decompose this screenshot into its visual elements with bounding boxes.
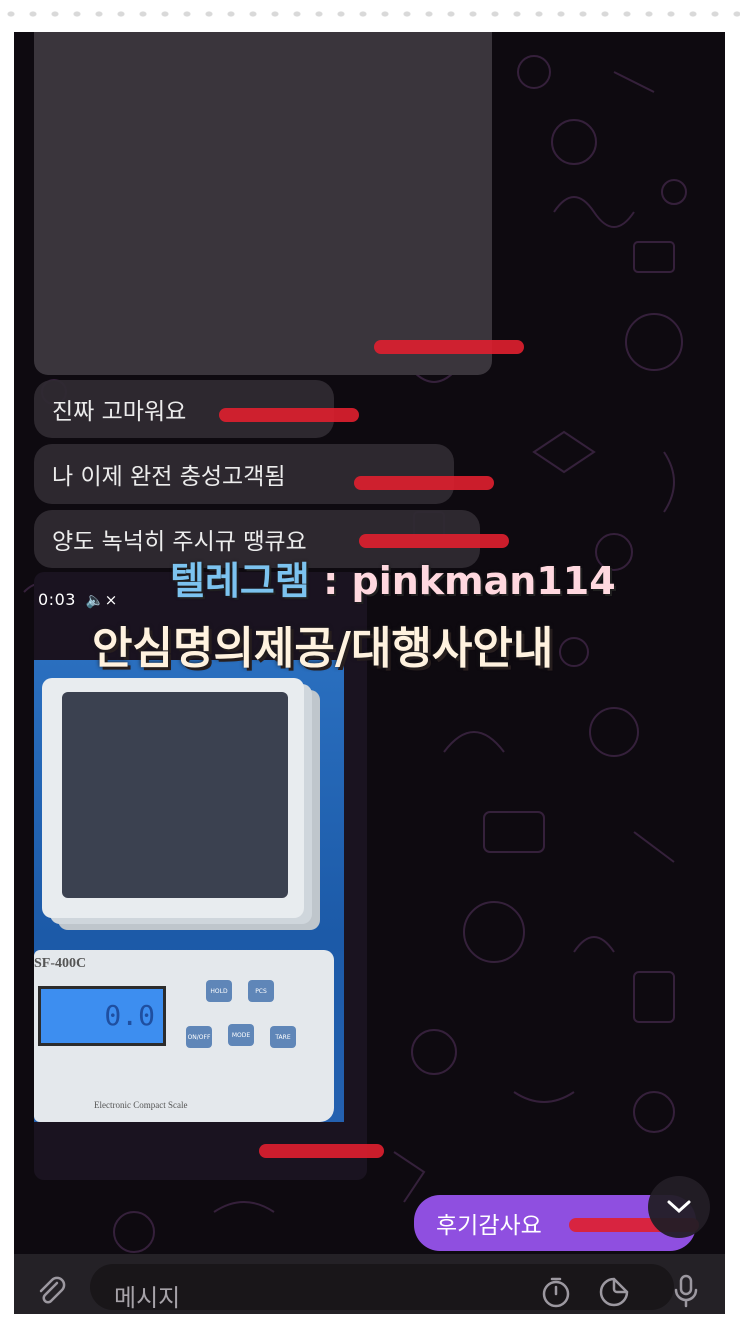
scale-key-hold: HOLD bbox=[206, 980, 232, 1002]
scale-key-tare: TARE bbox=[270, 1026, 296, 1048]
muted-speaker-icon[interactable]: 🔈× bbox=[86, 591, 118, 609]
overlay-label: 텔레그램 bbox=[170, 559, 310, 603]
promo-overlay-line-1: 텔레그램 : pinkman114 bbox=[170, 550, 620, 605]
overlay-separator: : bbox=[309, 559, 352, 603]
microphone-icon[interactable] bbox=[666, 1270, 706, 1312]
decorative-frame-dots bbox=[0, 6, 740, 22]
scale-platform bbox=[42, 678, 304, 918]
redaction-mark bbox=[219, 408, 359, 422]
redaction-mark bbox=[354, 476, 494, 490]
chat-screen: 진짜 고마워요 나 이제 완전 충성고객됨 양도 녹넉히 주시규 땡큐요 0:0… bbox=[14, 32, 725, 1314]
incoming-message-2[interactable]: 나 이제 완전 충성고객됨 bbox=[34, 444, 454, 504]
redaction-mark bbox=[374, 340, 524, 354]
scale-display: 0.0 bbox=[38, 986, 166, 1046]
scale-key-pcs: PCS bbox=[248, 980, 274, 1002]
scale-tray bbox=[62, 692, 288, 898]
message-text: 나 이제 완전 충성고객됨 bbox=[52, 464, 286, 490]
timer-icon[interactable] bbox=[536, 1272, 576, 1312]
message-input-placeholder: 메시지 bbox=[114, 1284, 181, 1312]
duration-text: 0:03 bbox=[38, 590, 76, 609]
redaction-mark bbox=[259, 1144, 384, 1158]
sticker-icon[interactable] bbox=[594, 1272, 634, 1312]
overlay-handle: pinkman114 bbox=[351, 559, 616, 603]
scale-key-onoff: ON/OFF bbox=[186, 1026, 212, 1048]
redaction-mark bbox=[359, 534, 509, 548]
video-thumbnail: SF-400C 0.0 HOLD PCS ON/OFF MODE TARE El… bbox=[34, 660, 344, 1122]
message-text: 진짜 고마워요 bbox=[52, 399, 187, 425]
scale-brand-label: Electronic Compact Scale bbox=[94, 1100, 188, 1110]
scale-body: SF-400C 0.0 HOLD PCS ON/OFF MODE TARE El… bbox=[34, 950, 334, 1122]
scale-key-mode: MODE bbox=[228, 1024, 254, 1046]
promo-overlay-line-2: 안심명의제공/대행사안내 bbox=[92, 623, 554, 674]
scale-model-label: SF-400C bbox=[34, 956, 87, 971]
paperclip-icon[interactable] bbox=[32, 1272, 72, 1312]
message-text: 후기감사요 bbox=[436, 1213, 542, 1239]
image-message-top[interactable] bbox=[34, 32, 492, 375]
scroll-down-button[interactable] bbox=[648, 1176, 710, 1238]
chevron-down-icon bbox=[667, 1200, 691, 1214]
video-duration: 0:03 🔈× bbox=[38, 590, 118, 609]
